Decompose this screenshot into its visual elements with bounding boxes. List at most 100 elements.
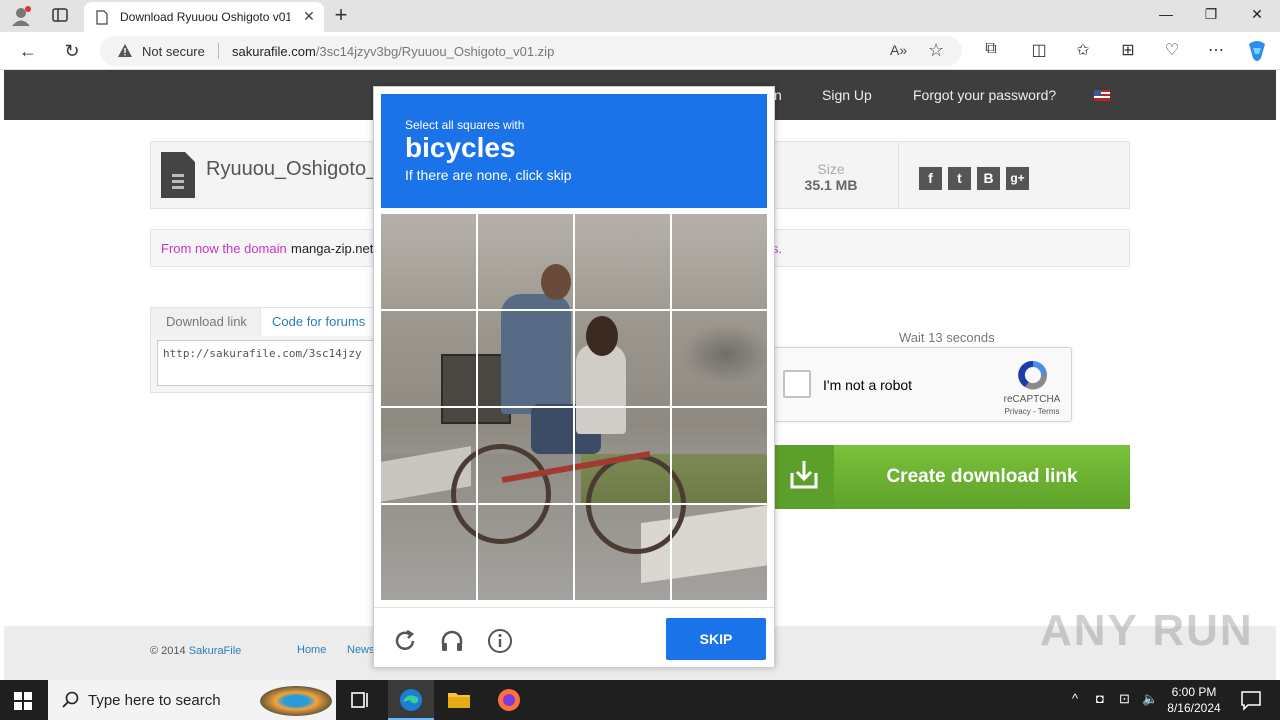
- grid-tile[interactable]: [381, 311, 478, 408]
- captcha-challenge-dialog: Select all squares with bicycles If ther…: [373, 86, 775, 668]
- grid-tile[interactable]: [574, 504, 671, 601]
- active-tab[interactable]: Download Ryuuou Oshigoto v01 ✕: [84, 2, 324, 32]
- nav-forgot-password[interactable]: Forgot your password?: [913, 87, 1056, 103]
- firefox-icon[interactable]: [496, 688, 522, 712]
- url-domain: sakurafile.com: [232, 44, 316, 59]
- read-aloud-icon[interactable]: A»: [890, 42, 907, 58]
- grid-tile[interactable]: [574, 407, 671, 504]
- search-highlight-image: [260, 686, 332, 716]
- recaptcha-brand: reCAPTCHA: [1003, 394, 1061, 405]
- extensions-icon[interactable]: ⧉: [981, 40, 1001, 58]
- grid-line: [381, 503, 767, 505]
- new-tab-icon[interactable]: +: [332, 4, 350, 26]
- taskbar-search-box[interactable]: Type here to search: [48, 680, 336, 720]
- grid-tile[interactable]: [478, 214, 575, 311]
- url-text[interactable]: sakurafile.com/3sc14jzyv3bg/Ryuuou_Oshig…: [232, 44, 554, 59]
- recaptcha-terms-link[interactable]: Privacy - Terms: [997, 407, 1067, 416]
- search-icon: [62, 691, 79, 708]
- favorites-icon[interactable]: ✩: [1073, 40, 1093, 60]
- reload-icon[interactable]: [392, 628, 418, 654]
- volume-icon[interactable]: 🔈: [1142, 691, 1158, 707]
- download-link-field[interactable]: http://sakurafile.com/3sc14jzy: [157, 340, 387, 386]
- grid-tile[interactable]: [574, 311, 671, 408]
- back-icon[interactable]: ←: [17, 40, 39, 62]
- size-label: Size: [817, 161, 845, 177]
- challenge-hint: If there are none, click skip: [405, 167, 572, 183]
- footer-link-home[interactable]: Home: [297, 644, 326, 656]
- vk-share-icon[interactable]: B: [977, 167, 1000, 190]
- url-path: /3sc14jzyv3bg/Ryuuou_Oshigoto_v01.zip: [315, 44, 555, 59]
- search-placeholder: Type here to search: [88, 692, 221, 709]
- twitter-share-icon[interactable]: t: [948, 167, 971, 190]
- grid-tile[interactable]: [671, 214, 768, 311]
- language-flag-icon[interactable]: [1094, 90, 1110, 101]
- challenge-footer: SKIP: [374, 607, 774, 667]
- facebook-share-icon[interactable]: f: [919, 167, 942, 190]
- settings-more-icon[interactable]: ⋯: [1206, 40, 1226, 60]
- download-icon: [774, 445, 834, 509]
- minimize-icon[interactable]: —: [1156, 6, 1176, 22]
- audio-challenge-icon[interactable]: [439, 628, 465, 654]
- recaptcha-checkbox[interactable]: [783, 370, 811, 398]
- tab-code-for-forums[interactable]: Code for forums: [261, 308, 391, 336]
- copyright: © 2014 SakuraFile: [150, 645, 241, 657]
- grid-tile[interactable]: [381, 407, 478, 504]
- tab-actions-icon[interactable]: [52, 8, 68, 22]
- clock-time: 6:00 PM: [1171, 685, 1217, 699]
- grid-tile[interactable]: [574, 214, 671, 311]
- address-toolbar: ← ↻ Not secure sakurafile.com/3sc14jzyv3…: [0, 32, 1280, 70]
- grid-tile[interactable]: [671, 504, 768, 601]
- footer-link-news[interactable]: News: [347, 644, 375, 656]
- footer-brand-link[interactable]: SakuraFile: [189, 645, 242, 657]
- size-value: 35.1 MB: [804, 177, 858, 193]
- system-clock[interactable]: 6:00 PM 8/16/2024: [1160, 684, 1228, 716]
- address-bar[interactable]: Not secure sakurafile.com/3sc14jzyv3bg/R…: [100, 36, 962, 66]
- tray-meet-icon[interactable]: ◘: [1096, 691, 1104, 706]
- grid-tile[interactable]: [671, 311, 768, 408]
- tray-chevron-icon[interactable]: ^: [1072, 691, 1078, 706]
- warning-icon: [118, 44, 132, 57]
- page-icon: [96, 10, 108, 25]
- collections-icon[interactable]: ⊞: [1118, 40, 1138, 60]
- info-icon[interactable]: [487, 628, 513, 654]
- grid-tile[interactable]: [381, 504, 478, 601]
- recaptcha-label: I'm not a robot: [823, 377, 913, 393]
- nav-link-partial[interactable]: n: [774, 87, 782, 103]
- grid-tile[interactable]: [478, 407, 575, 504]
- recaptcha-widget: I'm not a robot reCAPTCHA Privacy - Term…: [766, 347, 1072, 422]
- challenge-image-grid: [381, 214, 767, 600]
- split-screen-icon[interactable]: ◫: [1029, 40, 1049, 60]
- watermark-logo: ANY RUN: [1040, 606, 1254, 655]
- security-status[interactable]: Not secure: [142, 44, 205, 59]
- google-plus-share-icon[interactable]: g+: [1006, 167, 1029, 190]
- skip-button[interactable]: SKIP: [666, 618, 766, 660]
- profile-icon[interactable]: [10, 6, 32, 26]
- windows-start-icon[interactable]: [14, 692, 32, 710]
- task-view-icon[interactable]: [348, 688, 374, 712]
- refresh-icon[interactable]: ↻: [61, 40, 83, 62]
- network-icon[interactable]: ⊡: [1119, 691, 1130, 707]
- file-explorer-icon[interactable]: [446, 688, 472, 712]
- challenge-header: Select all squares with bicycles If ther…: [381, 94, 767, 208]
- file-name: Ryuuou_Oshigoto_v: [206, 158, 388, 180]
- create-download-link-button[interactable]: Create download link: [774, 445, 1130, 509]
- favorite-star-icon[interactable]: ☆: [928, 40, 944, 61]
- nav-signup[interactable]: Sign Up: [822, 87, 872, 103]
- browser-essentials-icon[interactable]: ♡: [1162, 40, 1182, 60]
- notifications-icon[interactable]: [1238, 688, 1264, 712]
- tab-download-link[interactable]: Download link: [151, 308, 261, 336]
- edge-browser-icon[interactable]: [398, 688, 424, 712]
- grid-tile[interactable]: [381, 214, 478, 311]
- copyright-year: © 2014: [150, 645, 186, 657]
- windows-taskbar: Type here to search ^ ◘ ⊡ 🔈 6:00 PM 8/16…: [0, 680, 1280, 720]
- grid-tile[interactable]: [478, 504, 575, 601]
- clock-date: 8/16/2024: [1167, 701, 1221, 715]
- restore-icon[interactable]: ❐: [1201, 6, 1221, 23]
- challenge-instruction: Select all squares with: [405, 118, 525, 132]
- grid-tile[interactable]: [671, 407, 768, 504]
- divider: [898, 142, 899, 208]
- close-window-icon[interactable]: ✕: [1247, 6, 1267, 23]
- grid-tile[interactable]: [478, 311, 575, 408]
- copilot-icon[interactable]: [1245, 40, 1269, 62]
- tab-close-icon[interactable]: ✕: [300, 8, 318, 25]
